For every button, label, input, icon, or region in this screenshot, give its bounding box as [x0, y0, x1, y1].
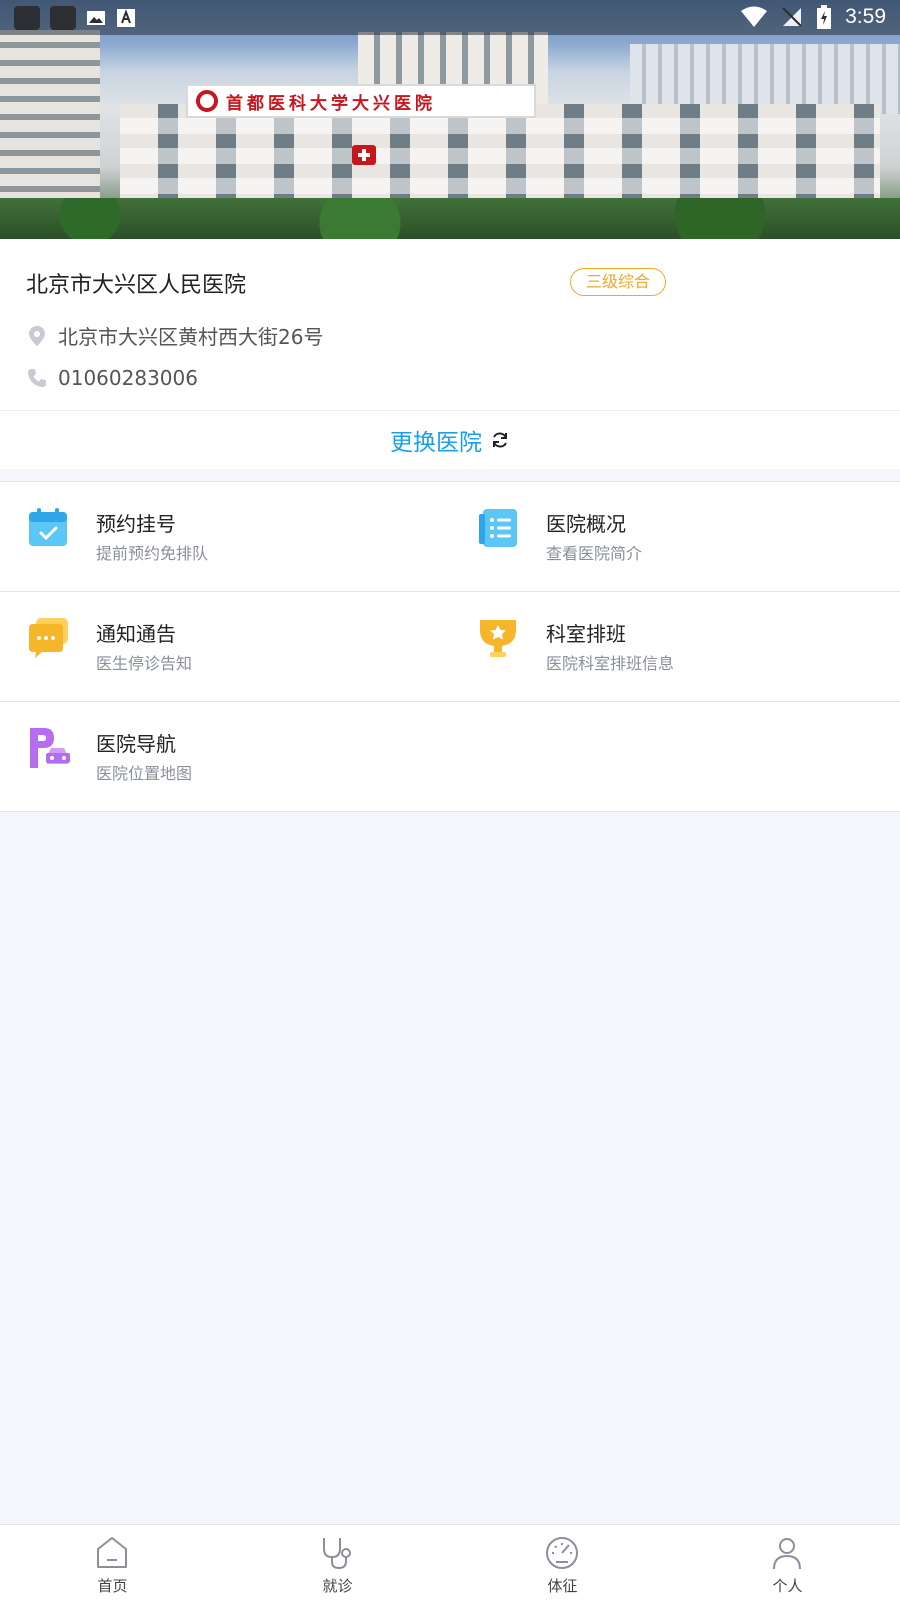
a-icon [116, 8, 136, 28]
banner-hospital-sign: 首都医科大学大兴医院 [186, 84, 536, 118]
tab-label: 体征 [547, 1577, 578, 1595]
service-title: 医院导航 [96, 732, 176, 756]
tab-label: 首页 [97, 1577, 128, 1595]
image-icon [86, 8, 106, 28]
trophy-star-icon [480, 620, 516, 657]
home-icon [97, 1537, 127, 1568]
tab-home[interactable]: 首页 [0, 1525, 225, 1600]
parking-car-icon [30, 728, 70, 768]
phone-icon [28, 369, 46, 387]
hospital-address: 北京市大兴区黄村西大街26号 [58, 325, 324, 349]
tab-profile[interactable]: 个人 [675, 1525, 900, 1600]
switch-hospital-label: 更换医院 [390, 430, 482, 456]
status-bar-left [14, 6, 136, 30]
service-grid: 预约挂号 提前预约免排队 医院概况 查看医院简介 通知通告 医生停诊告知 科室排… [0, 481, 900, 812]
service-department-schedule[interactable]: 科室排班 医院科室排班信息 [450, 592, 900, 701]
bottom-tab-bar: 首页 就诊 体征 个人 [0, 1524, 900, 1600]
user-icon [773, 1538, 801, 1570]
gauge-icon [546, 1537, 578, 1569]
hospital-logo-icon [196, 90, 218, 112]
status-time: 3:59 [845, 5, 886, 28]
switch-hospital-button[interactable]: 更换医院 [0, 410, 900, 469]
banner-building-left [0, 30, 100, 210]
signal-icon [782, 7, 802, 27]
hospital-address-row[interactable]: 北京市大兴区黄村西大街26号 [26, 321, 323, 350]
wifi-icon [741, 6, 768, 27]
hospital-level-badge: 三级综合 [570, 268, 666, 296]
hospital-name: 北京市大兴区人民医院 [26, 273, 247, 298]
service-subtitle: 医院科室排班信息 [546, 654, 675, 673]
service-title: 预约挂号 [96, 512, 176, 536]
hospital-banner-image: 首都医科大学大兴医院 3:59 [0, 0, 900, 239]
status-bar-right: 3:59 [741, 5, 886, 29]
battery-icon [817, 5, 832, 29]
banner-trees [0, 198, 900, 239]
tab-vitals[interactable]: 体征 [450, 1525, 675, 1600]
service-row: 通知通告 医生停诊告知 科室排班 医院科室排班信息 [0, 592, 900, 702]
service-subtitle: 医生停诊告知 [96, 654, 193, 673]
refresh-icon [493, 432, 507, 448]
service-notices[interactable]: 通知通告 医生停诊告知 [0, 592, 450, 701]
stethoscope-icon [323, 1538, 351, 1570]
app-icon-1 [14, 6, 40, 30]
service-subtitle: 提前预约免排队 [96, 544, 209, 563]
service-title: 医院概况 [546, 512, 626, 536]
chat-message-icon [29, 618, 68, 658]
list-document-icon [479, 509, 517, 547]
hospital-phone-row[interactable]: 01060283006 [26, 366, 198, 390]
tab-label: 就诊 [322, 1577, 353, 1595]
tab-label: 个人 [772, 1577, 803, 1595]
banner-sign-text: 首都医科大学大兴医院 [226, 93, 436, 114]
service-subtitle: 医院位置地图 [96, 764, 193, 783]
hospital-info-card: 北京市大兴区人民医院 三级综合 北京市大兴区黄村西大街26号 010602830… [0, 239, 900, 410]
status-bar: 3:59 [0, 0, 900, 35]
calendar-check-icon [29, 508, 67, 546]
service-title: 科室排班 [546, 622, 626, 646]
service-appointment[interactable]: 预约挂号 提前预约免排队 [0, 482, 450, 591]
service-row: 医院导航 医院位置地图 [0, 702, 900, 812]
service-empty-cell [450, 702, 900, 811]
service-title: 通知通告 [96, 622, 176, 646]
hospital-phone: 01060283006 [58, 366, 198, 390]
tab-visit[interactable]: 就诊 [225, 1525, 450, 1600]
location-pin-icon [29, 325, 45, 346]
service-subtitle: 查看医院简介 [546, 544, 643, 563]
red-cross-icon [352, 145, 376, 165]
service-hospital-navigation[interactable]: 医院导航 医院位置地图 [0, 702, 450, 811]
service-row: 预约挂号 提前预约免排队 医院概况 查看医院简介 [0, 482, 900, 592]
service-hospital-overview[interactable]: 医院概况 查看医院简介 [450, 482, 900, 591]
app-icon-2 [50, 6, 76, 30]
